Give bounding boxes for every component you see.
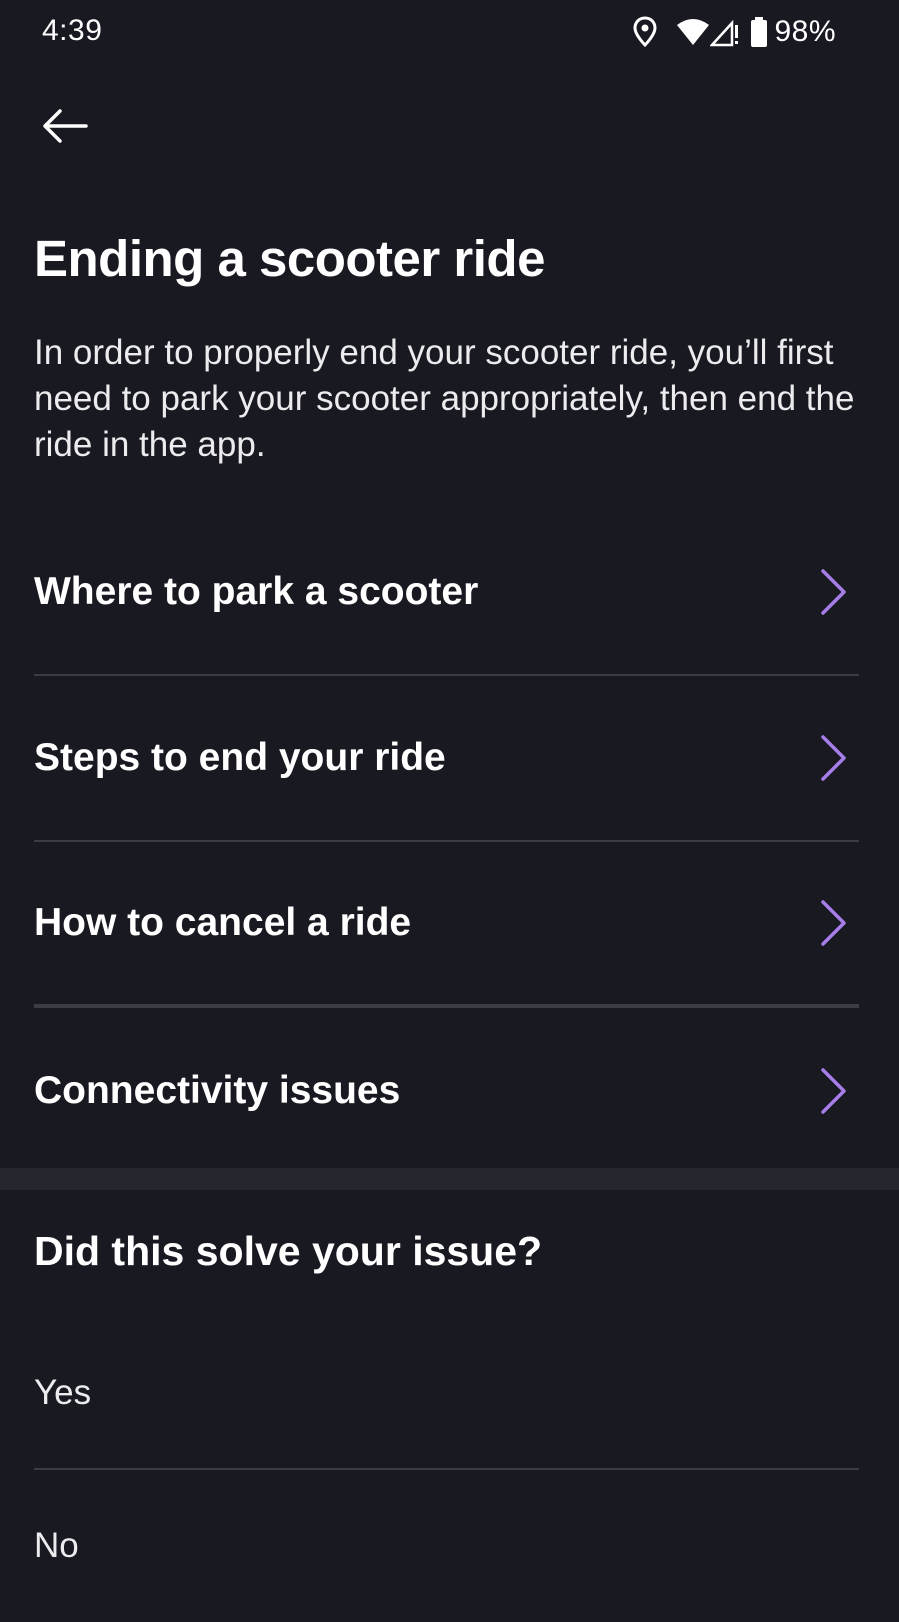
signal-icon xyxy=(710,17,742,47)
status-icons: 98% xyxy=(632,14,836,50)
feedback-options: Yes No xyxy=(34,1318,859,1622)
topic-label: Steps to end your ride xyxy=(34,736,446,779)
wifi-icon xyxy=(676,17,710,47)
chevron-right-icon xyxy=(821,1068,846,1114)
feedback-option-label: No xyxy=(34,1526,79,1565)
back-button[interactable] xyxy=(30,100,100,156)
chevron-right-icon xyxy=(821,900,846,946)
battery-icon xyxy=(750,16,768,48)
topic-item-cancel-ride[interactable]: How to cancel a ride xyxy=(34,842,859,1008)
topic-label: How to cancel a ride xyxy=(34,901,412,944)
location-icon xyxy=(632,16,658,48)
section-divider xyxy=(0,1168,899,1190)
status-bar: 4:39 98% xyxy=(0,0,899,66)
feedback-option-label: Yes xyxy=(34,1373,92,1412)
feedback-title: Did this solve your issue? xyxy=(34,1228,543,1274)
article-intro: In order to properly end your scooter ri… xyxy=(34,333,855,464)
status-time: 4:39 xyxy=(42,14,103,47)
chevron-right-icon xyxy=(821,569,846,615)
feedback-no-option[interactable]: No xyxy=(34,1470,859,1622)
page-title: Ending a scooter ride xyxy=(34,230,545,287)
chevron-right-icon xyxy=(821,735,846,781)
topic-item-steps-to-end[interactable]: Steps to end your ride xyxy=(34,676,859,842)
topic-list: Where to park a scooter Steps to end you… xyxy=(34,510,859,1174)
topic-item-where-to-park[interactable]: Where to park a scooter xyxy=(34,510,859,676)
topic-label: Connectivity issues xyxy=(34,1069,401,1112)
arrow-left-icon xyxy=(40,108,90,149)
battery-percent: 98% xyxy=(774,15,836,48)
topic-label: Where to park a scooter xyxy=(34,570,479,613)
topic-item-connectivity[interactable]: Connectivity issues xyxy=(34,1008,859,1174)
feedback-yes-option[interactable]: Yes xyxy=(34,1318,859,1470)
